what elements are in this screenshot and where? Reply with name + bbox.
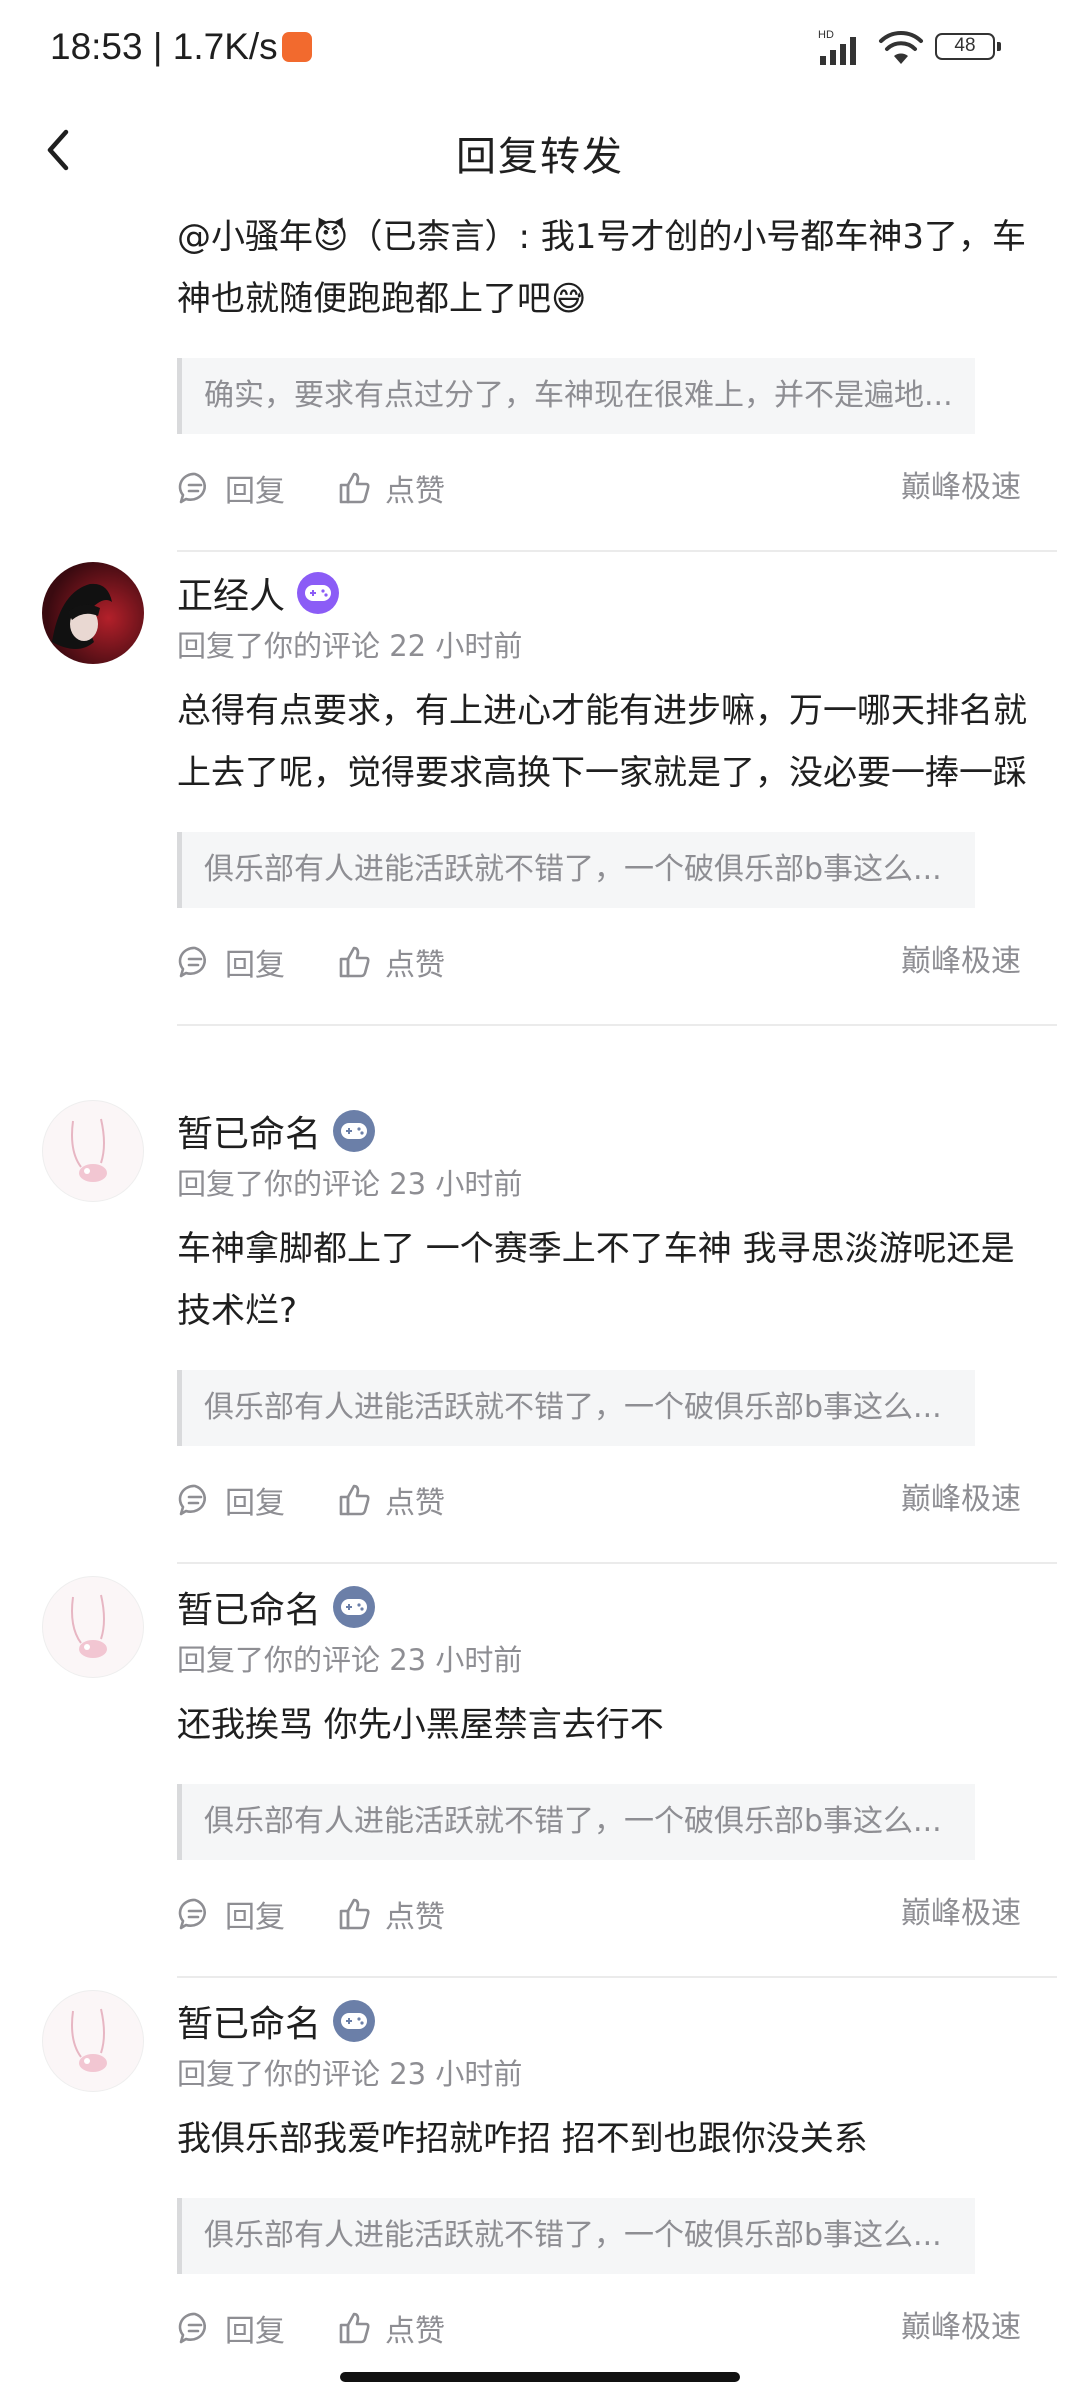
like-button[interactable]: 点赞 <box>337 2296 445 2360</box>
reply-actions: 回复 点赞 巅峰极速 <box>177 456 1047 520</box>
reply-card: @小骚年😈（已柰言）: 我1号才创的小号都车神3了，车神也就随便跑跑都上了吧😅 … <box>177 206 1057 552</box>
gamepad-badge-icon <box>333 2000 376 2042</box>
thumbs-up-icon <box>339 946 370 978</box>
comment-bubble-icon <box>178 946 206 978</box>
like-button[interactable]: 点赞 <box>337 930 445 994</box>
reply-content: @小骚年😈（已柰言）: 我1号才创的小号都车神3了，车神也就随便跑跑都上了吧😅 <box>177 217 1026 319</box>
comment-bubble-icon <box>178 1898 206 1930</box>
quoted-comment[interactable]: 俱乐部有人进能活跃就不错了，一个破俱乐部b事这么... <box>177 1370 975 1446</box>
reply-label: 回复 <box>225 1486 285 1521</box>
reply-label: 回复 <box>225 948 285 983</box>
thumbs-up-icon <box>339 472 370 504</box>
reply-meta: 回复了你的评论 23 小时前 <box>177 1167 523 1201</box>
reply-meta: 回复了你的评论 23 小时前 <box>177 2057 523 2091</box>
reply-actions: 回复 点赞 巅峰极速 <box>177 1882 1047 1946</box>
reply-meta: 回复了你的评论 23 小时前 <box>177 1643 523 1677</box>
thumbs-up-icon <box>339 1484 370 1516</box>
status-time: 18:53 | 1.7K/s <box>50 26 278 67</box>
divider <box>177 1024 1057 1026</box>
reply-content: 我俱乐部我爱咋招就咋招 招不到也跟你没关系 <box>177 2119 868 2159</box>
signal-icon: HD <box>818 29 856 65</box>
avatar[interactable] <box>42 1576 144 1678</box>
reply-label: 回复 <box>225 1900 285 1935</box>
reply-label: 回复 <box>225 2314 285 2349</box>
like-button[interactable]: 点赞 <box>337 456 445 520</box>
quoted-comment[interactable]: 确实，要求有点过分了，车神现在很难上，并不是遍地... <box>177 358 975 434</box>
wifi-icon <box>879 31 923 64</box>
status-bar: 18:53 | 1.7K/s HD 48 <box>0 0 1080 96</box>
username[interactable]: 暂已命名 <box>177 1105 321 1157</box>
reply-button[interactable]: 回复 <box>177 2296 285 2360</box>
source-tag[interactable]: 巅峰极速 <box>901 1882 1021 1946</box>
reply-button[interactable]: 回复 <box>177 1882 285 1946</box>
like-label: 点赞 <box>385 1900 445 1935</box>
source-tag[interactable]: 巅峰极速 <box>901 1468 1021 1532</box>
reply-button[interactable]: 回复 <box>177 1468 285 1532</box>
home-indicator[interactable] <box>340 2372 740 2382</box>
username[interactable]: 暂已命名 <box>177 1581 321 1633</box>
like-label: 点赞 <box>385 474 445 509</box>
divider <box>177 1562 1057 1564</box>
top-bar: 回复转发 <box>0 96 1080 206</box>
comment-bubble-icon <box>178 472 206 504</box>
gamepad-badge-icon <box>297 572 340 614</box>
source-tag[interactable]: 巅峰极速 <box>901 2296 1021 2360</box>
thumbs-up-icon <box>339 2312 370 2344</box>
avatar[interactable] <box>42 1100 144 1202</box>
reply-content: 还我挨骂 你先小黑屋禁言去行不 <box>177 1705 664 1745</box>
network-type-label: HD <box>818 29 834 41</box>
username[interactable]: 暂已命名 <box>177 1995 321 2047</box>
reply-button[interactable]: 回复 <box>177 456 285 520</box>
thumbs-up-icon <box>339 1898 370 1930</box>
comment-bubble-icon <box>178 1484 206 1516</box>
gamepad-badge-icon <box>333 1110 376 1152</box>
like-label: 点赞 <box>385 948 445 983</box>
gamepad-badge-icon <box>333 1586 376 1628</box>
reply-content: 车神拿脚都上了 一个赛季上不了车神 我寻思淡游呢还是技术烂? <box>177 1229 1015 1331</box>
divider <box>177 550 1057 552</box>
like-button[interactable]: 点赞 <box>337 1468 445 1532</box>
reply-actions: 回复 点赞 巅峰极速 <box>177 2296 1047 2360</box>
app-notification-icon <box>282 32 312 62</box>
quoted-comment[interactable]: 俱乐部有人进能活跃就不错了，一个破俱乐部b事这么... <box>177 832 975 908</box>
username[interactable]: 正经人 <box>177 567 285 619</box>
battery-indicator: 48 <box>935 33 1001 60</box>
source-tag[interactable]: 巅峰极速 <box>901 456 1021 520</box>
avatar[interactable] <box>42 1990 144 2092</box>
reply-actions: 回复 点赞 巅峰极速 <box>177 930 1047 994</box>
like-label: 点赞 <box>385 1486 445 1521</box>
like-label: 点赞 <box>385 2314 445 2349</box>
divider <box>177 1976 1057 1978</box>
source-tag[interactable]: 巅峰极速 <box>901 930 1021 994</box>
page-title: 回复转发 <box>456 134 624 180</box>
reply-meta: 回复了你的评论 22 小时前 <box>177 629 523 663</box>
avatar[interactable] <box>42 562 144 664</box>
reply-button[interactable]: 回复 <box>177 930 285 994</box>
reply-content: 总得有点要求，有上进心才能有进步嘛，万一哪天排名就上去了呢，觉得要求高换下一家就… <box>177 691 1027 793</box>
comment-bubble-icon <box>178 2312 206 2344</box>
reply-label: 回复 <box>225 474 285 509</box>
quoted-comment[interactable]: 俱乐部有人进能活跃就不错了，一个破俱乐部b事这么... <box>177 2198 975 2274</box>
like-button[interactable]: 点赞 <box>337 1882 445 1946</box>
reply-actions: 回复 点赞 巅峰极速 <box>177 1468 1047 1532</box>
quoted-comment[interactable]: 俱乐部有人进能活跃就不错了，一个破俱乐部b事这么... <box>177 1784 975 1860</box>
